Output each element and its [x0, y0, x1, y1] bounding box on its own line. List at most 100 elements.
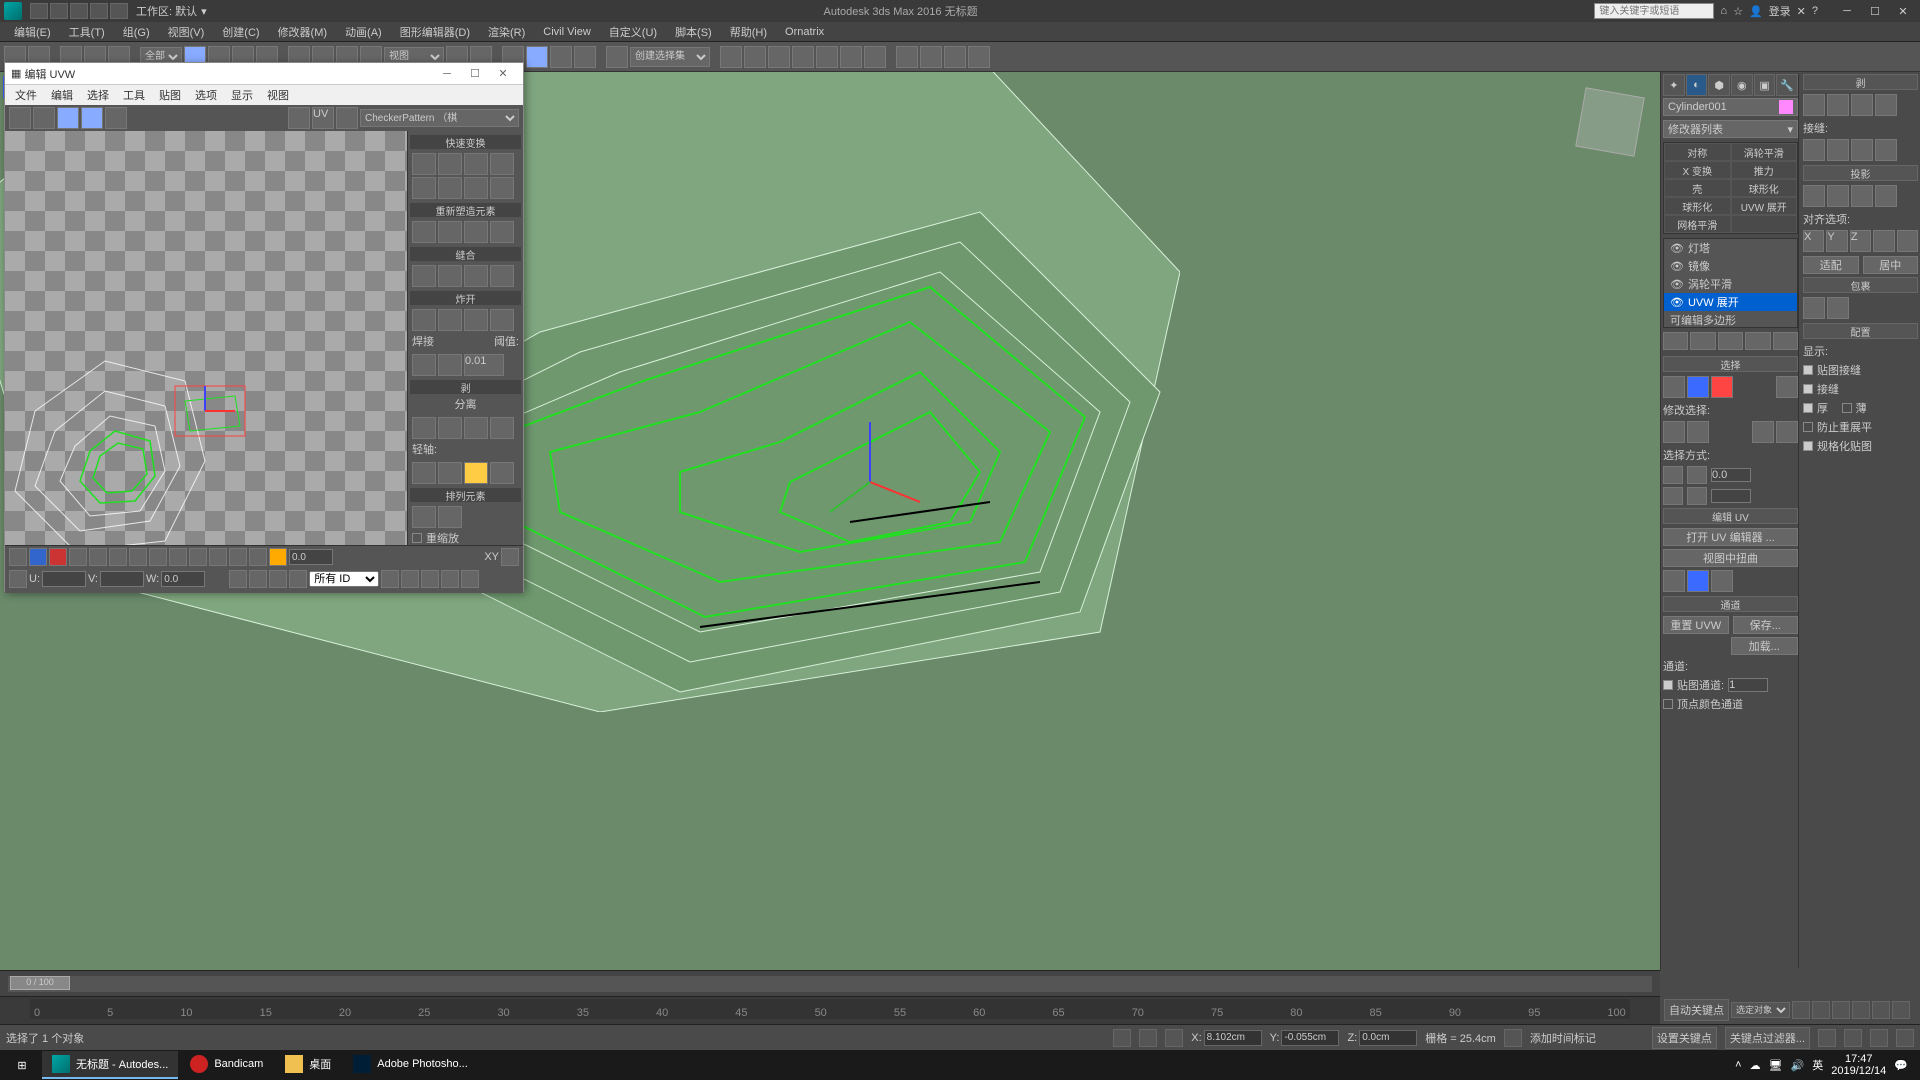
modifier-list-dropdown[interactable]: 修改器列表 ▾ — [1663, 120, 1798, 138]
edit-named-sel-button[interactable] — [606, 46, 628, 68]
rs-icon[interactable] — [438, 221, 462, 243]
time-slider[interactable]: 0 / 100 — [0, 970, 1660, 996]
uvw-explode-hdr[interactable]: 炸开 — [410, 291, 521, 305]
rollout-projection[interactable]: 投影 — [1803, 165, 1918, 181]
taskbar-desktop[interactable]: 桌面 — [275, 1051, 341, 1079]
spinner-snap-button[interactable] — [574, 46, 596, 68]
peel-icon[interactable] — [464, 417, 488, 439]
uvw-arrange-hdr[interactable]: 排列元素 — [410, 488, 521, 502]
close-button[interactable]: ✕ — [1890, 2, 1916, 20]
menu-civilview[interactable]: Civil View — [535, 24, 598, 40]
qat-redo-icon[interactable] — [110, 3, 128, 19]
uvw-abs-icon[interactable] — [229, 570, 247, 588]
w-input[interactable] — [161, 571, 205, 587]
play-icon[interactable] — [1832, 1001, 1850, 1019]
utilities-tab-icon[interactable]: 🔧 — [1776, 74, 1798, 96]
uvw-uv-icon[interactable]: UV — [312, 107, 334, 129]
seam-convert-icon[interactable] — [1875, 139, 1897, 161]
weld-icon[interactable] — [412, 354, 436, 376]
menu-views[interactable]: 视图(V) — [160, 22, 213, 42]
ax-icon[interactable] — [438, 462, 462, 484]
seam-pointtopoint-icon[interactable] — [1827, 139, 1849, 161]
make-unique-icon[interactable] — [1718, 332, 1743, 350]
sel-matid-icon[interactable] — [1663, 487, 1683, 505]
keyfilters-button[interactable]: 关键点过滤器... — [1725, 1027, 1810, 1049]
matid-spinner[interactable] — [1711, 489, 1751, 503]
proj-spherical-icon[interactable] — [1851, 185, 1873, 207]
peel-quick-icon[interactable] — [1803, 94, 1825, 116]
seam-expand-icon[interactable] — [1851, 139, 1873, 161]
align-button[interactable] — [744, 46, 766, 68]
lock-selection-icon[interactable] — [1113, 1029, 1131, 1047]
toggle-ribbon-button[interactable] — [792, 46, 814, 68]
uvw-maximize-button[interactable]: ☐ — [461, 67, 489, 80]
tray-cloud-icon[interactable]: ☁ — [1750, 1059, 1761, 1072]
mod-push[interactable]: 推力 — [1731, 161, 1798, 179]
display-tab-icon[interactable]: ▣ — [1754, 74, 1776, 96]
uvw-b8-icon[interactable] — [149, 548, 167, 566]
tray-ime-icon[interactable]: 英 — [1812, 1057, 1823, 1073]
uvw-b5-icon[interactable] — [89, 548, 107, 566]
menu-tools[interactable]: 工具(T) — [61, 22, 113, 42]
edge-subobj-icon[interactable] — [1687, 376, 1709, 398]
nav-maximize-icon[interactable] — [1896, 1029, 1914, 1047]
uvw-minimize-button[interactable]: ─ — [433, 68, 461, 80]
menu-animation[interactable]: 动画(A) — [337, 22, 390, 42]
maximize-button[interactable]: ☐ — [1862, 2, 1888, 20]
uvw-peel-hdr[interactable]: 剥 — [410, 380, 521, 394]
uvw-close-button[interactable]: ✕ — [489, 67, 517, 80]
ax-icon[interactable] — [490, 462, 514, 484]
peel-icon[interactable] — [438, 417, 462, 439]
menu-rendering[interactable]: 渲染(R) — [480, 22, 533, 42]
tray-volume-icon[interactable]: 🔊 — [1791, 1059, 1805, 1072]
uvw-grid-icon[interactable] — [501, 548, 519, 566]
uvw-b-icon[interactable] — [249, 570, 267, 588]
thick-radio[interactable] — [1803, 403, 1813, 413]
uvw-quicktransform-hdr[interactable]: 快速变换 — [410, 135, 521, 149]
time-thumb[interactable]: 0 / 100 — [10, 976, 70, 990]
uvw-lock-icon[interactable] — [9, 570, 27, 588]
proj-planar-icon[interactable] — [1803, 185, 1825, 207]
menu-maxscript[interactable]: 脚本(S) — [667, 22, 720, 42]
ax-icon[interactable] — [464, 462, 488, 484]
trackbar[interactable]: 0510152025303540455055606570758085909510… — [0, 996, 1660, 1024]
qt-icon[interactable] — [412, 177, 436, 199]
rs-icon[interactable] — [490, 221, 514, 243]
vertex-color-radio[interactable] — [1663, 699, 1673, 709]
menu-ornatrix[interactable]: Ornatrix — [777, 24, 832, 40]
menu-grapheditors[interactable]: 图形编辑器(D) — [392, 22, 478, 42]
rollout-selection[interactable]: 选择 — [1663, 356, 1798, 372]
eye-icon[interactable]: 👁 — [1670, 278, 1684, 291]
percent-snap-button[interactable] — [550, 46, 572, 68]
fit-button[interactable]: 适配 — [1803, 256, 1859, 274]
uvw-b9-icon[interactable] — [169, 548, 187, 566]
taskbar-bandicam[interactable]: Bandicam — [180, 1051, 273, 1079]
align-normal-icon[interactable] — [1873, 230, 1894, 252]
mod-spherify[interactable]: 球形化 — [1731, 179, 1798, 197]
mirror-button[interactable] — [720, 46, 742, 68]
uvw-zoomextsel-icon[interactable] — [461, 570, 479, 588]
show-result-icon[interactable] — [1690, 332, 1715, 350]
uvw-menu-select[interactable]: 选择 — [81, 86, 115, 104]
mod-symmetry[interactable]: 对称 — [1664, 143, 1731, 161]
named-selection-set[interactable]: 创建选择集 — [630, 47, 710, 67]
taskbar-3dsmax[interactable]: 无标题 - Autodes... — [42, 1051, 178, 1079]
seam-checkbox[interactable] — [1803, 384, 1813, 394]
uvw-b-icon[interactable] — [289, 570, 307, 588]
uvw-stitch-hdr[interactable]: 缝合 — [410, 247, 521, 261]
menu-create[interactable]: 创建(C) — [214, 22, 267, 42]
qat-undo-icon[interactable] — [90, 3, 108, 19]
system-tray[interactable]: ˄ ☁ 🖥 🔊 英 17:47 2019/12/14 💬 — [1727, 1053, 1916, 1077]
rollout-channel[interactable]: 通道 — [1663, 596, 1798, 612]
mod-spherify2[interactable]: 球形化 — [1664, 197, 1731, 215]
uvw-pan-icon[interactable] — [381, 570, 399, 588]
nav-orbit-icon[interactable] — [1870, 1029, 1888, 1047]
grow-icon[interactable] — [1663, 421, 1685, 443]
render-setup-button[interactable] — [896, 46, 918, 68]
configure-sets-icon[interactable] — [1773, 332, 1798, 350]
align-view-icon[interactable] — [1897, 230, 1918, 252]
rs-icon[interactable] — [464, 221, 488, 243]
uvw-zoomext-icon[interactable] — [441, 570, 459, 588]
exchange-icon[interactable]: ✕ — [1797, 5, 1806, 18]
uvw-menu-views[interactable]: 视图 — [261, 86, 295, 104]
